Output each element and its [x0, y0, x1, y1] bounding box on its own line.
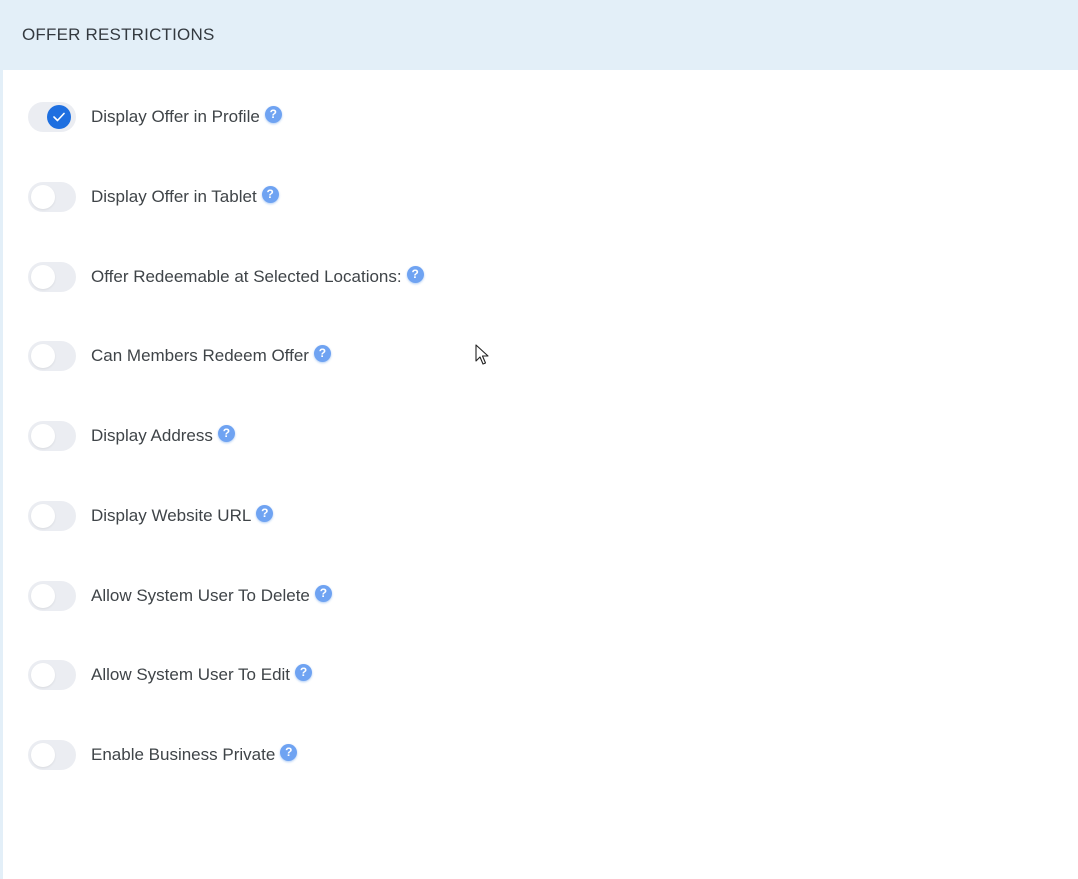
- question-circle-icon[interactable]: ?: [314, 584, 332, 602]
- option-display-offer-in-tablet: Display Offer in Tablet ?: [28, 182, 279, 212]
- question-circle-icon[interactable]: ?: [264, 105, 282, 123]
- panel-header: OFFER RESTRICTIONS: [0, 0, 1078, 70]
- option-display-offer-in-profile: Display Offer in Profile ?: [28, 102, 282, 132]
- question-circle-icon[interactable]: ?: [256, 504, 274, 522]
- option-label: Allow System User To Edit: [91, 665, 291, 684]
- question-circle-icon[interactable]: ?: [261, 185, 279, 203]
- toggle-knob: [31, 584, 55, 608]
- toggle-display-offer-in-profile[interactable]: [28, 102, 76, 132]
- toggle-display-offer-in-tablet[interactable]: [28, 182, 76, 212]
- question-circle-icon[interactable]: ?: [217, 424, 235, 442]
- offer-restrictions-page: OFFER RESTRICTIONS Display Offer in Prof…: [0, 0, 1078, 879]
- question-circle-icon[interactable]: ?: [313, 344, 331, 362]
- checkmark-icon: [53, 112, 65, 122]
- toggle-knob: [31, 424, 55, 448]
- option-label: Enable Business Private: [91, 745, 276, 764]
- toggle-knob: [31, 743, 55, 767]
- panel-title: OFFER RESTRICTIONS: [22, 25, 215, 44]
- toggle-can-members-redeem-offer[interactable]: [28, 341, 76, 371]
- option-display-address: Display Address ?: [28, 421, 235, 451]
- option-allow-system-user-to-delete: Allow System User To Delete ?: [28, 581, 332, 611]
- toggle-knob: [31, 265, 55, 289]
- toggle-allow-system-user-to-delete[interactable]: [28, 581, 76, 611]
- toggle-knob: [47, 105, 71, 129]
- option-offer-redeemable-at-selected-locations: Offer Redeemable at Selected Locations: …: [28, 262, 424, 292]
- toggle-allow-system-user-to-edit[interactable]: [28, 660, 76, 690]
- question-circle-icon[interactable]: ?: [295, 663, 313, 681]
- toggle-knob: [31, 185, 55, 209]
- option-allow-system-user-to-edit: Allow System User To Edit ?: [28, 660, 313, 690]
- toggle-enable-business-private[interactable]: [28, 740, 76, 770]
- toggle-knob: [31, 504, 55, 528]
- toggle-knob: [31, 663, 55, 687]
- option-enable-business-private: Enable Business Private ?: [28, 740, 298, 770]
- mouse-pointer-icon: [475, 344, 489, 371]
- option-label: Can Members Redeem Offer: [91, 346, 309, 365]
- toggle-knob: [31, 344, 55, 368]
- option-label: Allow System User To Delete: [91, 586, 310, 605]
- toggle-display-website-url[interactable]: [28, 501, 76, 531]
- toggle-display-address[interactable]: [28, 421, 76, 451]
- option-label: Display Website URL: [91, 506, 252, 525]
- question-circle-icon[interactable]: ?: [406, 265, 424, 283]
- option-can-members-redeem-offer: Can Members Redeem Offer ?: [28, 341, 331, 371]
- option-label: Offer Redeemable at Selected Locations:: [91, 267, 402, 286]
- option-label: Display Offer in Profile: [91, 107, 260, 126]
- question-circle-icon[interactable]: ?: [280, 743, 298, 761]
- toggle-offer-redeemable-at-selected-locations[interactable]: [28, 262, 76, 292]
- left-border: [0, 0, 3, 879]
- option-label: Display Offer in Tablet: [91, 187, 257, 206]
- option-display-website-url: Display Website URL ?: [28, 501, 274, 531]
- option-label: Display Address: [91, 426, 213, 445]
